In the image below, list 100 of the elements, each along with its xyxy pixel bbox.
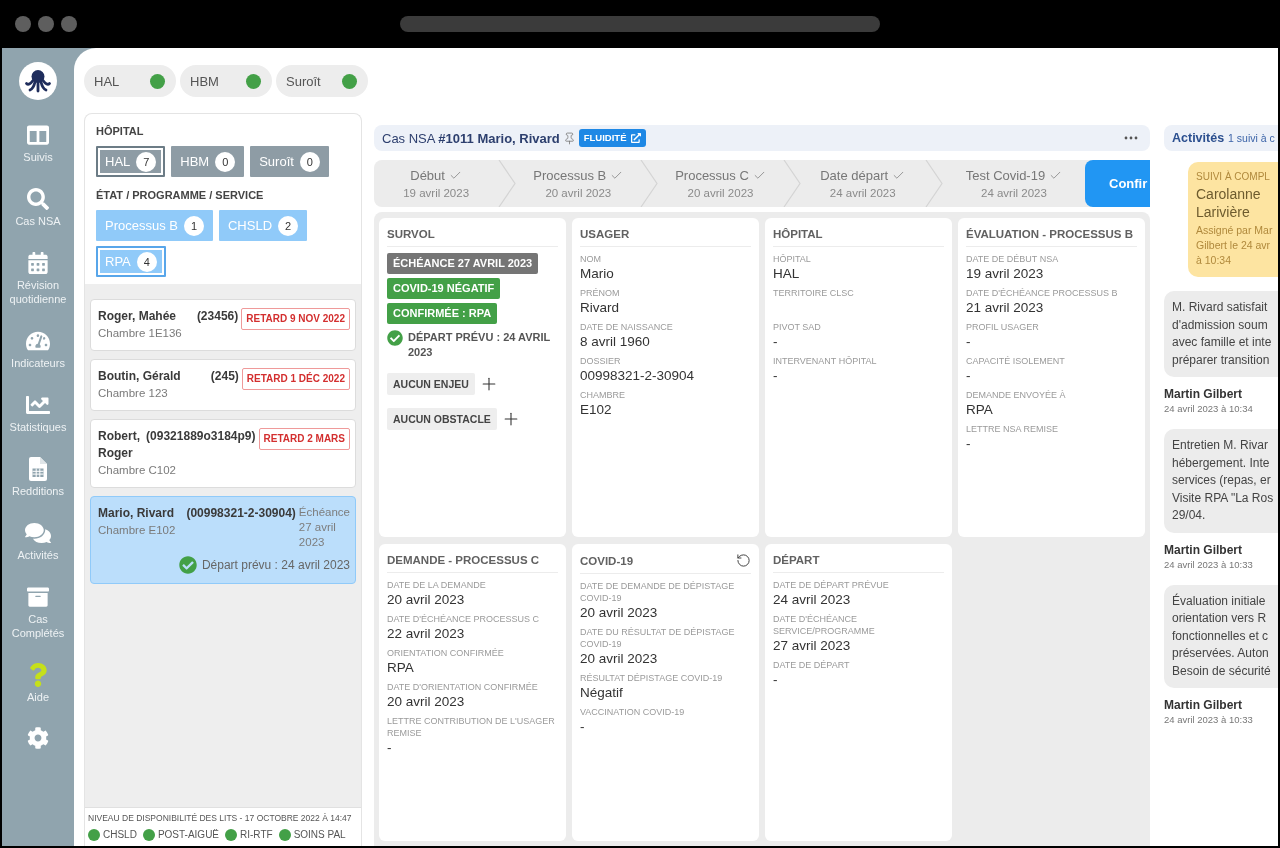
room-number: Chambre E102 [98, 523, 177, 538]
field-label: DATE DU RÉSULTAT DE DÉPISTAGE COVID-19 [580, 626, 736, 650]
hospital-chip[interactable]: HBM [180, 65, 272, 97]
bed-type-label: SOINS PAL [293, 828, 346, 841]
file-number: (245) [210, 368, 239, 385]
file-number: (23456) [196, 308, 239, 325]
case-card[interactable]: Robert, Roger (09321889o3184p9) Chambre C102 RETARD 2 MARS [90, 419, 356, 488]
pin-button[interactable] [562, 131, 576, 145]
filter-button[interactable]: HAL 7 [96, 146, 166, 177]
delay-badge: RETARD 2 MARS [258, 428, 350, 450]
file-number: (09321889o3184p9) [146, 428, 256, 445]
step-divider [782, 160, 801, 207]
case-card[interactable]: Boutin, Gérald (245) Chambre 123 RETARD 1 DÉC 2022 [90, 359, 356, 411]
field-label: NOM [580, 253, 602, 265]
field-label: DATE D'ORIENTATION CONFIRMÉE [387, 681, 539, 693]
activities-title: Activités [1172, 131, 1225, 145]
message-time: 24 avril 2023 à 10:34 [1164, 402, 1254, 415]
field-label: PRÉNOM [580, 287, 621, 299]
room-number: Chambre 123 [98, 386, 169, 401]
columns-icon [27, 124, 49, 146]
calendar-icon [27, 252, 49, 274]
room-number: Chambre C102 [98, 463, 177, 478]
hospital-chip[interactable]: Suroît [276, 65, 368, 97]
reset-button[interactable] [736, 553, 751, 568]
field-label: DATE DE DÉBUT NSA [966, 253, 1060, 265]
status-tag: ÉCHÉANCE 27 AVRIL 2023 [387, 253, 539, 274]
case-card[interactable]: Mario, Rivard (00998321-2-30904) Chambre E102 Échéance 27 avril 2023 Départ prévu : 24 avril 2023 [90, 496, 356, 584]
bed-type-label: POST-AIGUË [157, 828, 220, 841]
more-button[interactable] [1124, 136, 1138, 140]
step-divider [498, 160, 517, 207]
bed-availability-title: NIVEAU DE DISPONIBILITÉ DES LITS - 17 OCTOBRE 2022 À 14:47 [88, 813, 353, 824]
count-badge: 1 [184, 215, 204, 236]
field-value: - [966, 435, 972, 452]
field-label: DATE D'ÉCHÉANCE PROCESSUS B [966, 287, 1119, 299]
patient-name: Boutin, Gérald [98, 368, 182, 385]
field-label: DOSSIER [580, 355, 622, 367]
field-value: 20 avril 2023 [387, 591, 466, 608]
field-label: LETTRE CONTRIBUTION DE L'USAGER REMISE [387, 715, 556, 739]
field-value: Négatif [580, 684, 624, 701]
field-value: - [773, 671, 779, 688]
field-value: 27 avril 2023 [773, 637, 852, 654]
message-author: Martin Gilbert [1164, 698, 1243, 713]
filter-button[interactable]: HBM 0 [171, 146, 245, 177]
delay-badge: RETARD 1 DÉC 2022 [241, 368, 350, 390]
archive-box-icon [27, 586, 49, 608]
field-label: DATE DE LA DEMANDE [387, 579, 487, 591]
departure-status: DÉPART PRÉVU : 24 AVRIL 2023 [408, 330, 551, 360]
patient-name: Roger, Mahée [98, 308, 178, 325]
window-control[interactable] [61, 16, 77, 32]
window-control[interactable] [15, 16, 31, 32]
field-label: HÔPITAL [773, 253, 812, 265]
field-label: PROFIL USAGER [966, 321, 1040, 333]
field-value: Mario [580, 265, 615, 282]
file-number: (00998321-2-30904) [186, 505, 296, 522]
window-control[interactable] [38, 16, 54, 32]
field-label: VACCINATION COVID-19 [580, 706, 686, 718]
departure-status: Départ prévu : 24 avril 2023 [201, 557, 350, 573]
field-value: Rivard [580, 299, 620, 316]
field-label: RÉSULTAT DÉPISTAGE COVID-19 [580, 672, 724, 684]
field-label: TERRITOIRE CLSC [773, 287, 855, 299]
step-divider [924, 160, 943, 207]
field-label: DATE DE DÉPART PRÉVUE [773, 579, 890, 591]
card-title: COVID-19 [580, 553, 634, 568]
filter-button[interactable]: RPA 4 [96, 246, 166, 277]
field-value: 21 avril 2023 [966, 299, 1045, 316]
message-author: Martin Gilbert [1164, 387, 1243, 402]
field-value: RPA [387, 659, 415, 676]
chat-bubbles-icon [25, 520, 51, 546]
assignee-name: Carolanne Larivière [1196, 185, 1262, 221]
count-badge: 2 [278, 215, 299, 236]
fluidite-button[interactable]: FLUIDITÉ [578, 129, 646, 147]
field-label: PIVOT SAD [773, 321, 822, 333]
octopus-logo-icon [19, 62, 57, 100]
card-title: DEMANDE - PROCESSUS C [387, 553, 540, 567]
room-number: Chambre 1E136 [98, 326, 183, 341]
filter-button[interactable]: Suroît 0 [250, 146, 329, 177]
filter-button[interactable]: CHSLD 2 [219, 210, 308, 241]
case-title: Cas NSA #1011 Mario, Rivard [382, 130, 560, 146]
field-value: HAL [773, 265, 801, 282]
due-date: Échéance 27 avril 2023 [298, 505, 350, 550]
followup-count: 1 suivi à c [1228, 132, 1275, 144]
field-value: RPA [966, 401, 994, 418]
external-link-icon [630, 133, 641, 143]
field-value: - [966, 333, 972, 350]
filter-button[interactable]: Processus B 1 [96, 210, 213, 241]
step-date: 20 avril 2023 [687, 185, 754, 200]
field-value: 22 avril 2023 [387, 625, 466, 642]
field-value: 20 avril 2023 [387, 693, 466, 710]
filter-title: HÔPITAL [96, 125, 145, 138]
step-date: 24 avril 2023 [981, 185, 1047, 200]
message-time: 24 avril 2023 à 10:33 [1164, 557, 1254, 571]
patient-name: Robert, Roger [98, 428, 141, 462]
message-bubble: M. Rivard satisfait d'admission soum avec famille et inte préparer transition [1164, 291, 1278, 377]
spreadsheet-file-icon [29, 457, 47, 481]
hospital-chip[interactable]: HAL [84, 65, 176, 97]
settings-icon[interactable] [27, 727, 49, 749]
field-value: 8 avril 1960 [580, 333, 651, 350]
field-label: CHAMBRE [580, 389, 626, 401]
case-card[interactable]: Roger, Mahée (23456) Chambre 1E136 RETARD 9 NOV 2022 [90, 299, 356, 351]
count-badge: 0 [299, 151, 320, 172]
